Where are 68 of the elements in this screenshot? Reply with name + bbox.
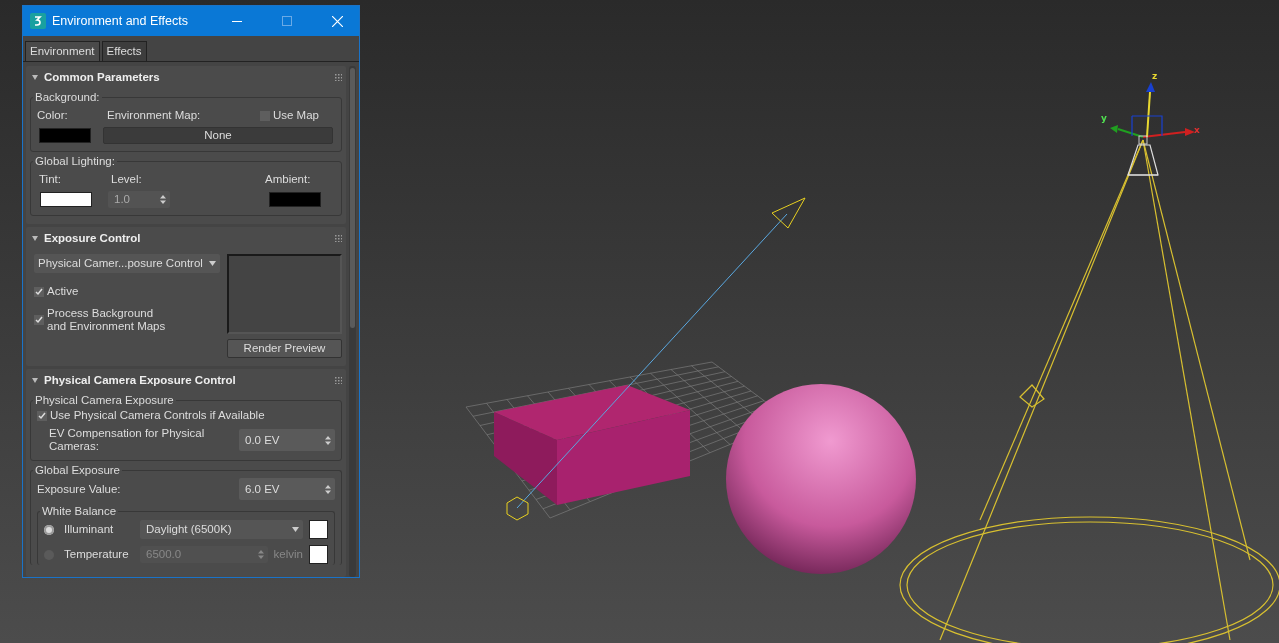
radio-button[interactable] [44,524,54,535]
checkmark-icon [35,287,43,296]
close-icon [331,15,343,27]
spotlight-drawing[interactable] [899,139,1279,643]
color-swatch[interactable] [309,545,328,564]
rollout-title[interactable]: Physical Camera Exposure Control [44,372,329,388]
field-label: Color: [37,108,69,123]
checkbox[interactable] [37,410,47,421]
group-title: Background: [34,90,101,105]
grip-icon [335,73,342,81]
checkmark-icon [35,316,43,324]
checkmark-icon [38,411,46,420]
render-preview-button[interactable]: Render Preview [227,339,342,358]
ev-spinner[interactable]: 0.0 EV [239,429,335,451]
checkbox-label: Process Background and Environment Maps [47,307,166,333]
window-title: Environment and Effects [52,13,189,29]
checkbox-label: Use Physical Camera Controls if Available [50,408,265,423]
field-label: Tint: [38,172,62,187]
checkbox[interactable] [34,286,44,297]
group-title: White Balance [41,504,118,519]
field-label: Environment Map: [107,108,202,123]
field-label: Level: [111,172,143,187]
exposure-dropdown[interactable]: Physical Camer...posure Control [34,254,220,273]
app-icon [30,13,46,29]
illuminant-dropdown[interactable]: Daylight (6500K) [140,520,303,539]
rollout-title[interactable]: Exposure Control [44,230,329,246]
axis-label: z [1152,71,1158,81]
group-title: Global Lighting: [34,154,116,169]
axis-label: x [1194,125,1200,135]
collapse-triangle-icon[interactable] [32,74,38,80]
color-swatch[interactable] [269,192,321,207]
exposure-spinner[interactable]: 6.0 EV [239,478,335,500]
dropdown-caret-icon [292,527,299,532]
collapse-triangle-icon[interactable] [32,377,38,383]
camera-drawing[interactable] [506,197,806,521]
dropdown-caret-icon [209,261,216,266]
minimize-icon [232,20,242,22]
rollout-title[interactable]: Common Parameters [44,69,329,85]
tab[interactable]: Effects [101,41,147,61]
group-title: Global Exposure [34,463,122,478]
map-button[interactable]: None [103,127,333,144]
radio-label: Illuminant [63,522,115,537]
collapse-triangle-icon[interactable] [32,235,38,241]
field-label: EV Compensation for Physical Cameras: [49,427,206,453]
tab[interactable]: Environment [25,41,100,61]
level-spinner[interactable]: 1.0 [108,191,170,208]
color-swatch[interactable] [39,128,91,143]
maximize-icon [282,16,292,26]
color-swatch[interactable] [40,192,92,207]
checkbox-label: Use Map [272,108,319,123]
scrollbar[interactable] [349,66,356,577]
group-title: Physical Camera Exposure [34,393,175,408]
checkbox-label: Active [47,285,79,298]
grip-icon [335,376,342,384]
spinner-arrows-icon[interactable] [325,435,331,445]
field-label: Exposure Value: [37,481,122,497]
unit-label: kelvin [273,547,303,562]
transform-gizmo-drawing[interactable] [1110,82,1195,145]
spinner-arrows-icon[interactable] [325,484,331,494]
spinner-arrows-icon[interactable] [160,195,166,204]
axis-label: y [1101,113,1107,123]
grip-icon [335,234,342,242]
checkbox[interactable] [34,315,44,325]
spinner-arrows-icon[interactable] [257,550,264,559]
field-label: Ambient: [265,172,312,187]
sphere-drawing[interactable] [726,384,916,574]
color-swatch[interactable] [309,520,328,539]
radio-label: Temperature [63,547,130,562]
